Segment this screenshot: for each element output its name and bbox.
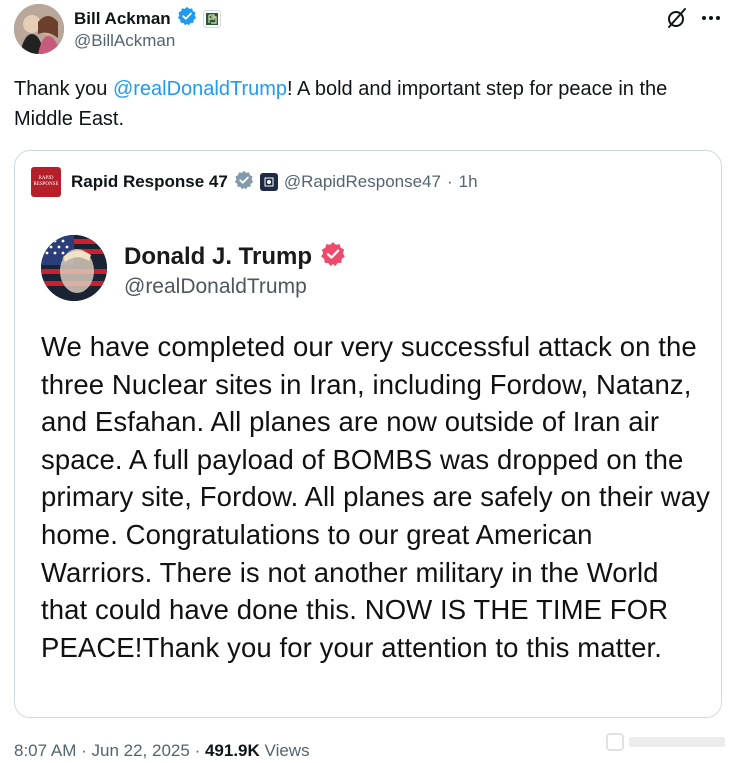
meta-separator-1: · <box>81 741 87 760</box>
mention-link[interactable]: @realDonaldTrump <box>113 78 287 100</box>
quoted-logo-line2: RESPONSE <box>33 182 59 187</box>
grok-icon[interactable] <box>665 6 689 30</box>
avatar[interactable] <box>14 4 64 54</box>
embedded-name-row: Donald J. Trump <box>124 241 346 272</box>
gray-verified-badge-icon <box>234 170 254 195</box>
views-label: Views <box>264 741 310 760</box>
author-row: Bill Ackman <box>74 6 221 31</box>
tweet-meta: 8:07 AM · Jun 22, 2025 · 491.9K Views <box>14 741 310 761</box>
quoted-separator: · <box>446 172 453 191</box>
meta-separator-2: · <box>194 741 201 760</box>
author-name[interactable]: Bill Ackman <box>74 9 171 29</box>
quoted-tweet-header: RAPID RESPONSE Rapid Response 47 @RapidR… <box>31 167 478 197</box>
tweet: Bill Ackman @BillAckman Thank you @realD… <box>0 0 736 763</box>
quoted-tweet[interactable]: RAPID RESPONSE Rapid Response 47 @RapidR… <box>14 150 722 718</box>
tweet-date[interactable]: Jun 22, 2025 <box>92 741 190 760</box>
tweet-text: Thank you @realDonaldTrump! A bold and i… <box>14 74 714 134</box>
views-count: 491.9K <box>204 741 260 760</box>
embedded-avatar <box>41 235 107 301</box>
tweet-text-prefix: Thank you <box>14 78 113 100</box>
embedded-author-handle: @realDonaldTrump <box>124 275 307 298</box>
quoted-author-handle[interactable]: @RapidResponse47 <box>284 172 441 192</box>
verified-badge-icon <box>177 6 197 31</box>
quoted-author-avatar[interactable]: RAPID RESPONSE <box>31 167 61 197</box>
embedded-post-text: We have completed our very successful at… <box>41 331 710 663</box>
watermark-logo <box>605 731 729 753</box>
affiliate-badge-icon[interactable] <box>202 9 221 28</box>
quoted-author-name[interactable]: Rapid Response 47 <box>71 172 228 192</box>
embedded-author-name: Donald J. Trump <box>124 242 313 270</box>
tweet-time[interactable]: 8:07 AM <box>14 741 76 760</box>
quoted-media-image[interactable]: Donald J. Trump @realDonaldTrump We have… <box>16 213 721 717</box>
government-badge-icon[interactable] <box>259 173 278 191</box>
quoted-time[interactable]: 1h <box>459 172 478 192</box>
author-handle[interactable]: @BillAckman <box>74 31 175 51</box>
more-icon[interactable] <box>699 6 723 30</box>
pink-verified-badge-icon <box>320 241 346 272</box>
